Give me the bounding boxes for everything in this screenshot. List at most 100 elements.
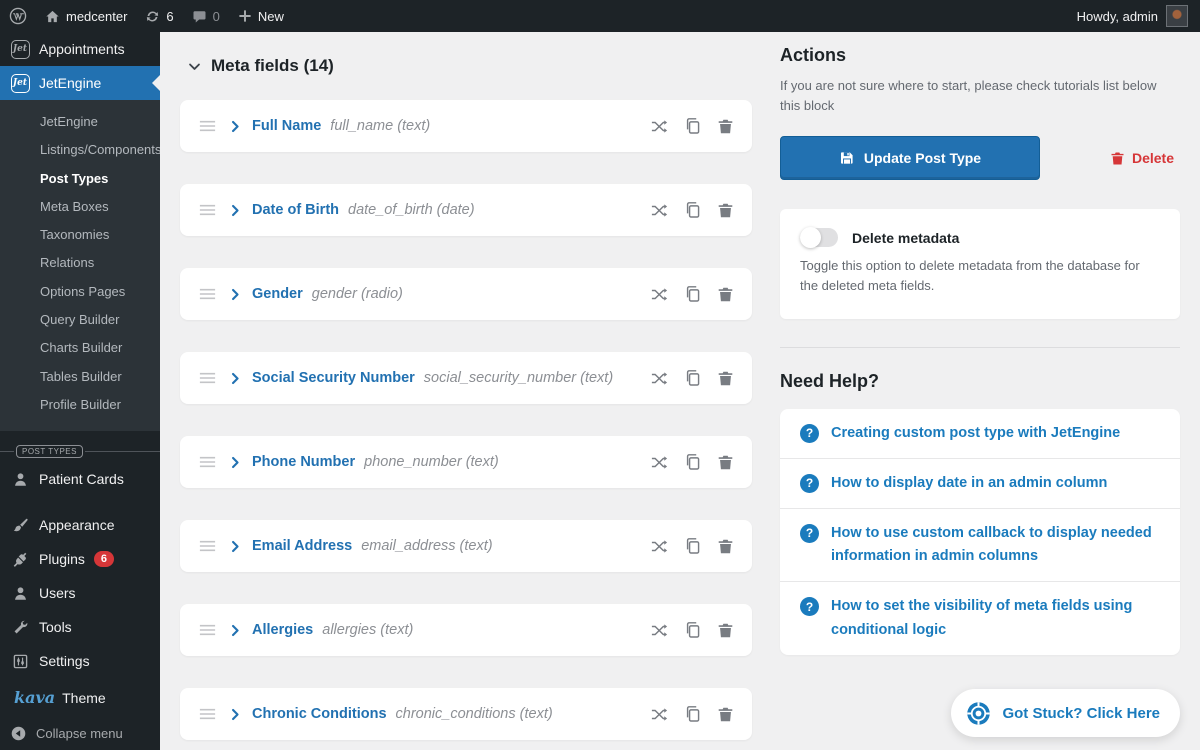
shuffle-icon[interactable]	[650, 369, 669, 388]
update-post-type-button[interactable]: Update Post Type	[780, 136, 1040, 181]
chevron-right-icon[interactable]	[229, 120, 242, 133]
copy-icon[interactable]	[684, 705, 702, 723]
sidebar-subitem-post-types[interactable]: Post Types	[0, 165, 160, 193]
trash-icon[interactable]	[717, 622, 734, 639]
chevron-right-icon[interactable]	[229, 288, 242, 301]
sidebar-item-kava-theme[interactable]: kava Theme	[0, 678, 160, 717]
trash-icon[interactable]	[717, 538, 734, 555]
field-name[interactable]: Chronic Conditions	[252, 706, 387, 722]
field-name[interactable]: Gender	[252, 286, 303, 302]
sidebar-item-plugins[interactable]: Plugins 6	[0, 542, 160, 576]
sidebar-item-appointments[interactable]: Jet Appointments	[0, 32, 160, 66]
admin-sidebar: Jet Appointments Jet JetEngine JetEngine…	[0, 32, 161, 750]
copy-icon[interactable]	[684, 369, 702, 387]
shuffle-icon[interactable]	[650, 621, 669, 640]
sidebar-item-patient-cards[interactable]: Patient Cards	[0, 462, 160, 496]
separator-label: POST TYPES	[16, 445, 83, 459]
sidebar-subitem-query-builder[interactable]: Query Builder	[0, 306, 160, 334]
sidebar-item-label: Users	[39, 585, 76, 602]
copy-icon[interactable]	[684, 285, 702, 303]
field-name[interactable]: Allergies	[252, 622, 313, 638]
field-name[interactable]: Email Address	[252, 538, 352, 554]
trash-icon[interactable]	[717, 202, 734, 219]
sidebar-subitem-listings-components[interactable]: Listings/Components	[0, 136, 161, 164]
trash-icon[interactable]	[717, 370, 734, 387]
meta-field-row: Phone Number phone_number (text)	[180, 436, 752, 488]
plugins-update-badge: 6	[93, 551, 115, 568]
field-name[interactable]: Date of Birth	[252, 202, 339, 218]
drag-handle-icon[interactable]	[198, 203, 217, 217]
copy-icon[interactable]	[684, 621, 702, 639]
chevron-right-icon[interactable]	[229, 456, 242, 469]
post-types-separator: POST TYPES	[0, 445, 160, 459]
sidebar-item-jetengine[interactable]: Jet JetEngine	[0, 66, 160, 100]
chevron-right-icon[interactable]	[229, 540, 242, 553]
trash-icon[interactable]	[717, 286, 734, 303]
copy-icon[interactable]	[684, 117, 702, 135]
sidebar-subitem-options-pages[interactable]: Options Pages	[0, 278, 160, 306]
wordpress-logo-icon[interactable]	[0, 0, 36, 32]
sidebar-item-tools[interactable]: Tools	[0, 610, 160, 644]
copy-icon[interactable]	[684, 453, 702, 471]
shuffle-icon[interactable]	[650, 537, 669, 556]
drag-handle-icon[interactable]	[198, 539, 217, 553]
drag-handle-icon[interactable]	[198, 707, 217, 721]
collapse-section-icon[interactable]	[188, 60, 201, 73]
patient-cards-icon	[10, 469, 30, 489]
got-stuck-button[interactable]: Got Stuck? Click Here	[951, 689, 1180, 737]
sidebar-subitem-taxonomies[interactable]: Taxonomies	[0, 221, 160, 249]
drag-handle-icon[interactable]	[198, 455, 217, 469]
shuffle-icon[interactable]	[650, 201, 669, 220]
trash-icon[interactable]	[717, 454, 734, 471]
delete-metadata-toggle[interactable]	[800, 227, 838, 249]
drag-handle-icon[interactable]	[198, 371, 217, 385]
trash-icon[interactable]	[717, 118, 734, 135]
shuffle-icon[interactable]	[650, 285, 669, 304]
collapse-menu-button[interactable]: Collapse menu	[0, 717, 160, 750]
sidebar-item-users[interactable]: Users	[0, 576, 160, 610]
meta-field-row: Gender gender (radio)	[180, 268, 752, 320]
sidebar-subitem-meta-boxes[interactable]: Meta Boxes	[0, 193, 160, 221]
chevron-right-icon[interactable]	[229, 624, 242, 637]
new-menu[interactable]: New	[229, 0, 293, 32]
updates-menu[interactable]: 6	[136, 0, 182, 32]
sidebar-subitem-profile-builder[interactable]: Profile Builder	[0, 391, 160, 419]
sidebar-subitem-charts-builder[interactable]: Charts Builder	[0, 334, 160, 362]
settings-icon	[10, 651, 30, 671]
trash-icon[interactable]	[717, 706, 734, 723]
copy-icon[interactable]	[684, 201, 702, 219]
drag-handle-icon[interactable]	[198, 623, 217, 637]
help-link-row[interactable]: ? How to display date in an admin column	[780, 457, 1180, 508]
copy-icon[interactable]	[684, 537, 702, 555]
field-meta: chronic_conditions (text)	[395, 706, 553, 722]
drag-handle-icon[interactable]	[198, 119, 217, 133]
chevron-right-icon[interactable]	[229, 204, 242, 217]
field-name[interactable]: Phone Number	[252, 454, 355, 470]
account-menu[interactable]: Howdy, admin	[1065, 5, 1200, 27]
delete-post-type-button[interactable]: Delete	[1110, 150, 1174, 166]
sidebar-subitem-relations[interactable]: Relations	[0, 249, 160, 277]
chevron-right-icon[interactable]	[229, 372, 242, 385]
actions-hint: If you are not sure where to start, plea…	[780, 78, 1157, 114]
delete-metadata-card: Delete metadata Toggle this option to de…	[780, 209, 1180, 319]
help-link-row[interactable]: ? Creating custom post type with JetEngin…	[780, 409, 1180, 458]
help-link-row[interactable]: ? How to use custom callback to display n…	[780, 507, 1180, 581]
sidebar-subitem-jetengine[interactable]: JetEngine	[0, 108, 160, 136]
chevron-right-icon[interactable]	[229, 708, 242, 721]
comments-menu[interactable]: 0	[183, 0, 229, 32]
field-name[interactable]: Social Security Number	[252, 370, 415, 386]
shuffle-icon[interactable]	[650, 117, 669, 136]
field-meta: email_address (text)	[361, 538, 493, 554]
shuffle-icon[interactable]	[650, 705, 669, 724]
field-name[interactable]: Full Name	[252, 118, 321, 134]
sidebar-item-appearance[interactable]: Appearance	[0, 508, 160, 542]
meta-fields-heading: Meta fields (14)	[211, 56, 334, 75]
drag-handle-icon[interactable]	[198, 287, 217, 301]
meta-field-row: Allergies allergies (text)	[180, 604, 752, 656]
shuffle-icon[interactable]	[650, 453, 669, 472]
field-meta: gender (radio)	[311, 286, 403, 302]
help-link-row[interactable]: ? How to set the visibility of meta field…	[780, 581, 1180, 654]
site-menu[interactable]: medcenter	[36, 0, 136, 32]
sidebar-subitem-tables-builder[interactable]: Tables Builder	[0, 363, 160, 391]
sidebar-item-settings[interactable]: Settings	[0, 644, 160, 678]
